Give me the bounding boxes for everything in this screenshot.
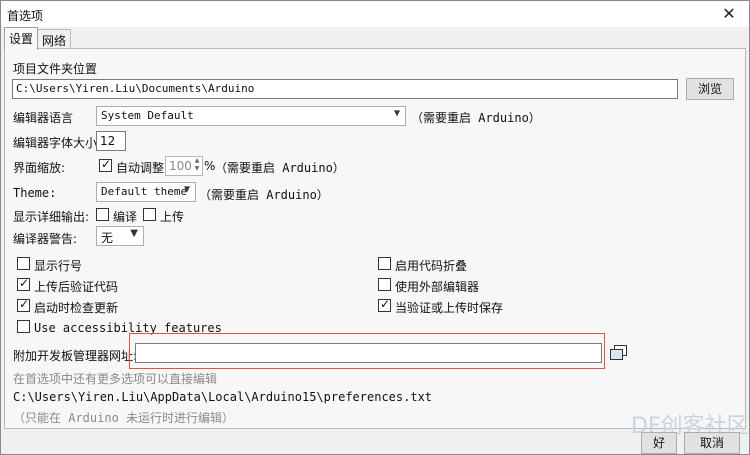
- more-prefs-note: 在首选项中还有更多选项可以直接编辑: [13, 372, 218, 386]
- code-folding-label: 启用代码折叠: [395, 259, 468, 273]
- tab-settings[interactable]: 设置: [4, 27, 39, 50]
- prefs-file-path: C:\Users\Yiren.Liu\AppData\Local\Arduino…: [13, 390, 433, 404]
- spinner-arrows-icon: ▲ ▼: [194, 157, 200, 172]
- chevron-down-icon: ▼: [130, 228, 138, 239]
- browse-button[interactable]: 浏览: [686, 78, 734, 100]
- scale-label: 界面缩放:: [13, 161, 66, 175]
- chevron-down-icon: ▼: [183, 184, 190, 195]
- window-title: 首选项: [7, 9, 44, 23]
- edit-urls-icon[interactable]: [610, 345, 628, 361]
- verbose-compile-label: 编译: [113, 210, 138, 224]
- check-updates-label: 启动时检查更新: [34, 301, 119, 315]
- save-on-verify-label: 当验证或上传时保存: [395, 301, 504, 315]
- editor-language-label: 编辑器语言: [13, 111, 74, 125]
- scale-note: （需要重启 Arduino）: [215, 161, 345, 175]
- theme-note: （需要重启 Arduino）: [199, 188, 329, 202]
- ok-button[interactable]: 好: [641, 432, 677, 454]
- accessibility-checkbox[interactable]: [17, 320, 30, 333]
- verbose-label: 显示详细输出:: [13, 210, 90, 224]
- theme-value: Default theme: [101, 185, 188, 198]
- save-on-verify-checkbox[interactable]: [378, 297, 391, 312]
- editor-language-select[interactable]: System Default ▼: [96, 106, 406, 126]
- chevron-down-icon: ▼: [393, 108, 400, 119]
- editor-language-value: System Default: [101, 109, 194, 122]
- edit-restriction-note: （只能在 Arduino 未运行时进行编辑）: [13, 411, 235, 425]
- scale-percent-sign: %: [204, 159, 216, 173]
- scale-percent-spinner[interactable]: 100 ▲ ▼: [165, 156, 203, 176]
- cancel-button[interactable]: 取消: [684, 432, 740, 454]
- theme-label: Theme:: [13, 186, 57, 200]
- external-editor-label: 使用外部编辑器: [395, 280, 480, 294]
- check-updates-checkbox[interactable]: [17, 297, 30, 312]
- font-size-label: 编辑器字体大小: [13, 136, 98, 150]
- scale-percent-value: 100: [169, 159, 192, 173]
- editor-language-note: （需要重启 Arduino）: [411, 111, 541, 125]
- line-numbers-checkbox[interactable]: [17, 257, 30, 270]
- warnings-label: 编译器警告:: [13, 232, 78, 246]
- warnings-value: 无: [101, 231, 114, 245]
- theme-select[interactable]: Default theme ▼: [96, 182, 196, 202]
- line-numbers-label: 显示行号: [34, 259, 83, 273]
- sketchbook-label: 项目文件夹位置: [13, 62, 98, 76]
- sketchbook-path-input[interactable]: C:\Users\Yiren.Liu\Documents\Arduino: [12, 79, 678, 99]
- tab-bar: 设置 网络: [1, 27, 749, 50]
- warnings-select[interactable]: 无 ▼: [96, 226, 144, 246]
- board-manager-url-input[interactable]: [135, 343, 602, 363]
- font-size-input[interactable]: 12: [96, 131, 126, 151]
- verbose-upload-checkbox[interactable]: [143, 208, 156, 221]
- verbose-upload-label: 上传: [160, 210, 185, 224]
- close-icon[interactable]: ✕: [719, 4, 739, 24]
- external-editor-checkbox[interactable]: [378, 278, 391, 291]
- verify-upload-label: 上传后验证代码: [34, 280, 119, 294]
- verbose-compile-checkbox[interactable]: [96, 208, 109, 221]
- preferences-window: 首选项 ✕ 设置 网络 项目文件夹位置 C:\Users\Yiren.Liu\D…: [0, 0, 750, 455]
- auto-scale-label: 自动调整: [116, 161, 165, 175]
- tab-network[interactable]: 网络: [37, 29, 72, 49]
- board-manager-label: 附加开发板管理器网址:: [13, 349, 138, 363]
- auto-scale-checkbox[interactable]: [99, 157, 112, 172]
- verify-upload-checkbox[interactable]: [17, 276, 30, 291]
- code-folding-checkbox[interactable]: [378, 257, 391, 270]
- title-bar: 首选项 ✕: [1, 1, 749, 27]
